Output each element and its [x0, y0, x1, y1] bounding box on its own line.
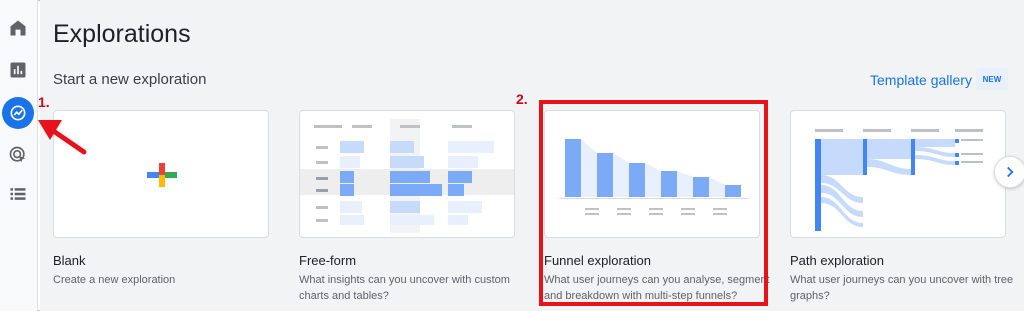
left-nav-rail: [0, 0, 38, 311]
explore-icon[interactable]: [2, 97, 34, 129]
template-gallery-link[interactable]: Template gallery: [870, 72, 972, 88]
free-form-card[interactable]: [299, 110, 515, 238]
advertising-icon[interactable]: [4, 141, 32, 169]
page-title: Explorations: [53, 20, 191, 48]
free-form-card-desc: What insights can you uncover with custo…: [299, 274, 510, 302]
home-icon[interactable]: [4, 14, 32, 42]
blank-card-title: Blank: [53, 253, 86, 268]
section-subtitle: Start a new exploration: [53, 71, 207, 88]
plus-icon: [147, 163, 177, 187]
blank-card[interactable]: [53, 110, 269, 238]
carousel-next-button[interactable]: [994, 156, 1024, 188]
reports-icon[interactable]: [4, 56, 32, 84]
path-exploration-card-title: Path exploration: [790, 253, 884, 268]
path-exploration-card[interactable]: [790, 110, 1006, 238]
new-badge: NEW: [976, 68, 1008, 90]
free-form-card-title: Free-form: [299, 253, 357, 268]
blank-card-desc: Create a new exploration: [53, 274, 176, 286]
step-2-label: 2.: [516, 91, 528, 107]
list-icon[interactable]: [4, 180, 32, 208]
path-preview: [815, 129, 983, 231]
explorations-main: Explorations Start a new exploration Tem…: [40, 0, 1024, 311]
step-1-label: 1.: [38, 94, 50, 110]
free-form-preview: [300, 119, 514, 233]
path-exploration-card-desc: What user journeys can you uncover with …: [790, 274, 1014, 302]
funnel-highlight-box: [539, 100, 768, 306]
chevron-right-icon: [1007, 166, 1014, 178]
